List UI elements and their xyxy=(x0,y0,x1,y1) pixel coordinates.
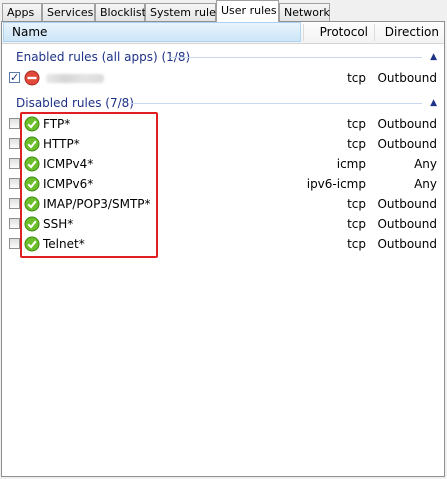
tab-system-rules[interactable]: System rules xyxy=(145,3,222,21)
rule-direction: Any xyxy=(414,177,437,191)
rule-checkbox[interactable] xyxy=(9,198,20,209)
column-header-name[interactable]: Name xyxy=(3,22,301,42)
rule-checkbox[interactable] xyxy=(9,138,20,149)
rule-checkbox[interactable] xyxy=(9,118,20,129)
rule-protocol: ipv6-icmp xyxy=(306,177,366,191)
rule-name: Telnet* xyxy=(43,237,85,251)
allow-icon xyxy=(24,116,40,132)
tab-blocklist[interactable]: Blocklist xyxy=(95,3,146,21)
group-title: Disabled rules (7/8) xyxy=(16,96,134,110)
rule-row[interactable]: ✓ tcp Outbound xyxy=(2,68,444,88)
rule-protocol: tcp xyxy=(347,217,366,231)
tab-network[interactable]: Network xyxy=(279,3,330,21)
redacted-rule-name xyxy=(46,74,104,83)
rule-row[interactable]: IMAP/POP3/SMTP* tcp Outbound xyxy=(2,194,444,214)
collapse-chevron-icon[interactable]: ▲ xyxy=(430,47,437,67)
rule-protocol: tcp xyxy=(347,117,366,131)
allow-icon xyxy=(24,216,40,232)
group-disabled-rules[interactable]: Disabled rules (7/8) ▲ xyxy=(2,93,444,113)
rule-checkbox[interactable]: ✓ xyxy=(9,71,20,84)
rule-name: ICMPv6* xyxy=(43,177,94,191)
allow-icon xyxy=(24,236,40,252)
group-enabled-rules[interactable]: Enabled rules (all apps) (1/8) ▲ xyxy=(2,47,444,67)
allow-icon xyxy=(24,196,40,212)
tab-bar: Apps Services Blocklist System rules Use… xyxy=(0,0,447,22)
rule-row[interactable]: FTP* tcp Outbound xyxy=(2,114,444,134)
rule-name: HTTP* xyxy=(43,137,80,151)
allow-icon xyxy=(24,176,40,192)
rule-checkbox[interactable] xyxy=(9,218,20,229)
rule-row[interactable]: ICMPv6* ipv6-icmp Any xyxy=(2,174,444,194)
rule-checkbox[interactable] xyxy=(9,178,20,189)
column-header-direction[interactable]: Direction xyxy=(374,22,439,43)
collapse-chevron-icon[interactable]: ▲ xyxy=(430,93,437,113)
group-divider xyxy=(130,103,422,104)
rule-direction: Outbound xyxy=(377,197,437,211)
column-header: Name Protocol Direction xyxy=(2,22,444,44)
tab-apps[interactable]: Apps xyxy=(2,3,42,21)
rule-row[interactable]: Telnet* tcp Outbound xyxy=(2,234,444,254)
allow-icon xyxy=(24,136,40,152)
rule-name: IMAP/POP3/SMTP* xyxy=(43,197,151,211)
rule-name: FTP* xyxy=(43,117,71,131)
tab-services[interactable]: Services xyxy=(42,3,95,21)
group-title: Enabled rules (all apps) (1/8) xyxy=(16,50,191,64)
rule-protocol: tcp xyxy=(347,237,366,251)
rule-direction: Outbound xyxy=(377,137,437,151)
rule-row[interactable]: ICMPv4* icmp Any xyxy=(2,154,444,174)
rule-name: SSH* xyxy=(43,217,74,231)
rule-protocol: tcp xyxy=(347,137,366,151)
rule-direction: Outbound xyxy=(377,117,437,131)
rule-direction: Outbound xyxy=(377,237,437,251)
tab-user-rules[interactable]: User rules xyxy=(216,0,279,22)
group-divider xyxy=(170,57,422,58)
block-icon xyxy=(24,70,40,86)
rule-row[interactable]: HTTP* tcp Outbound xyxy=(2,134,444,154)
rule-protocol: tcp xyxy=(347,71,366,85)
rule-protocol: icmp xyxy=(336,157,366,171)
rule-protocol: tcp xyxy=(347,197,366,211)
rule-checkbox[interactable] xyxy=(9,238,20,249)
allow-icon xyxy=(24,156,40,172)
rule-direction: Outbound xyxy=(377,71,437,85)
rule-row[interactable]: SSH* tcp Outbound xyxy=(2,214,444,234)
user-rules-list: Name Protocol Direction Enabled rules (a… xyxy=(1,21,445,477)
rule-direction: Outbound xyxy=(377,217,437,231)
column-header-protocol[interactable]: Protocol xyxy=(302,22,368,43)
rule-name: ICMPv4* xyxy=(43,157,94,171)
rule-checkbox[interactable] xyxy=(9,158,20,169)
rule-direction: Any xyxy=(414,157,437,171)
